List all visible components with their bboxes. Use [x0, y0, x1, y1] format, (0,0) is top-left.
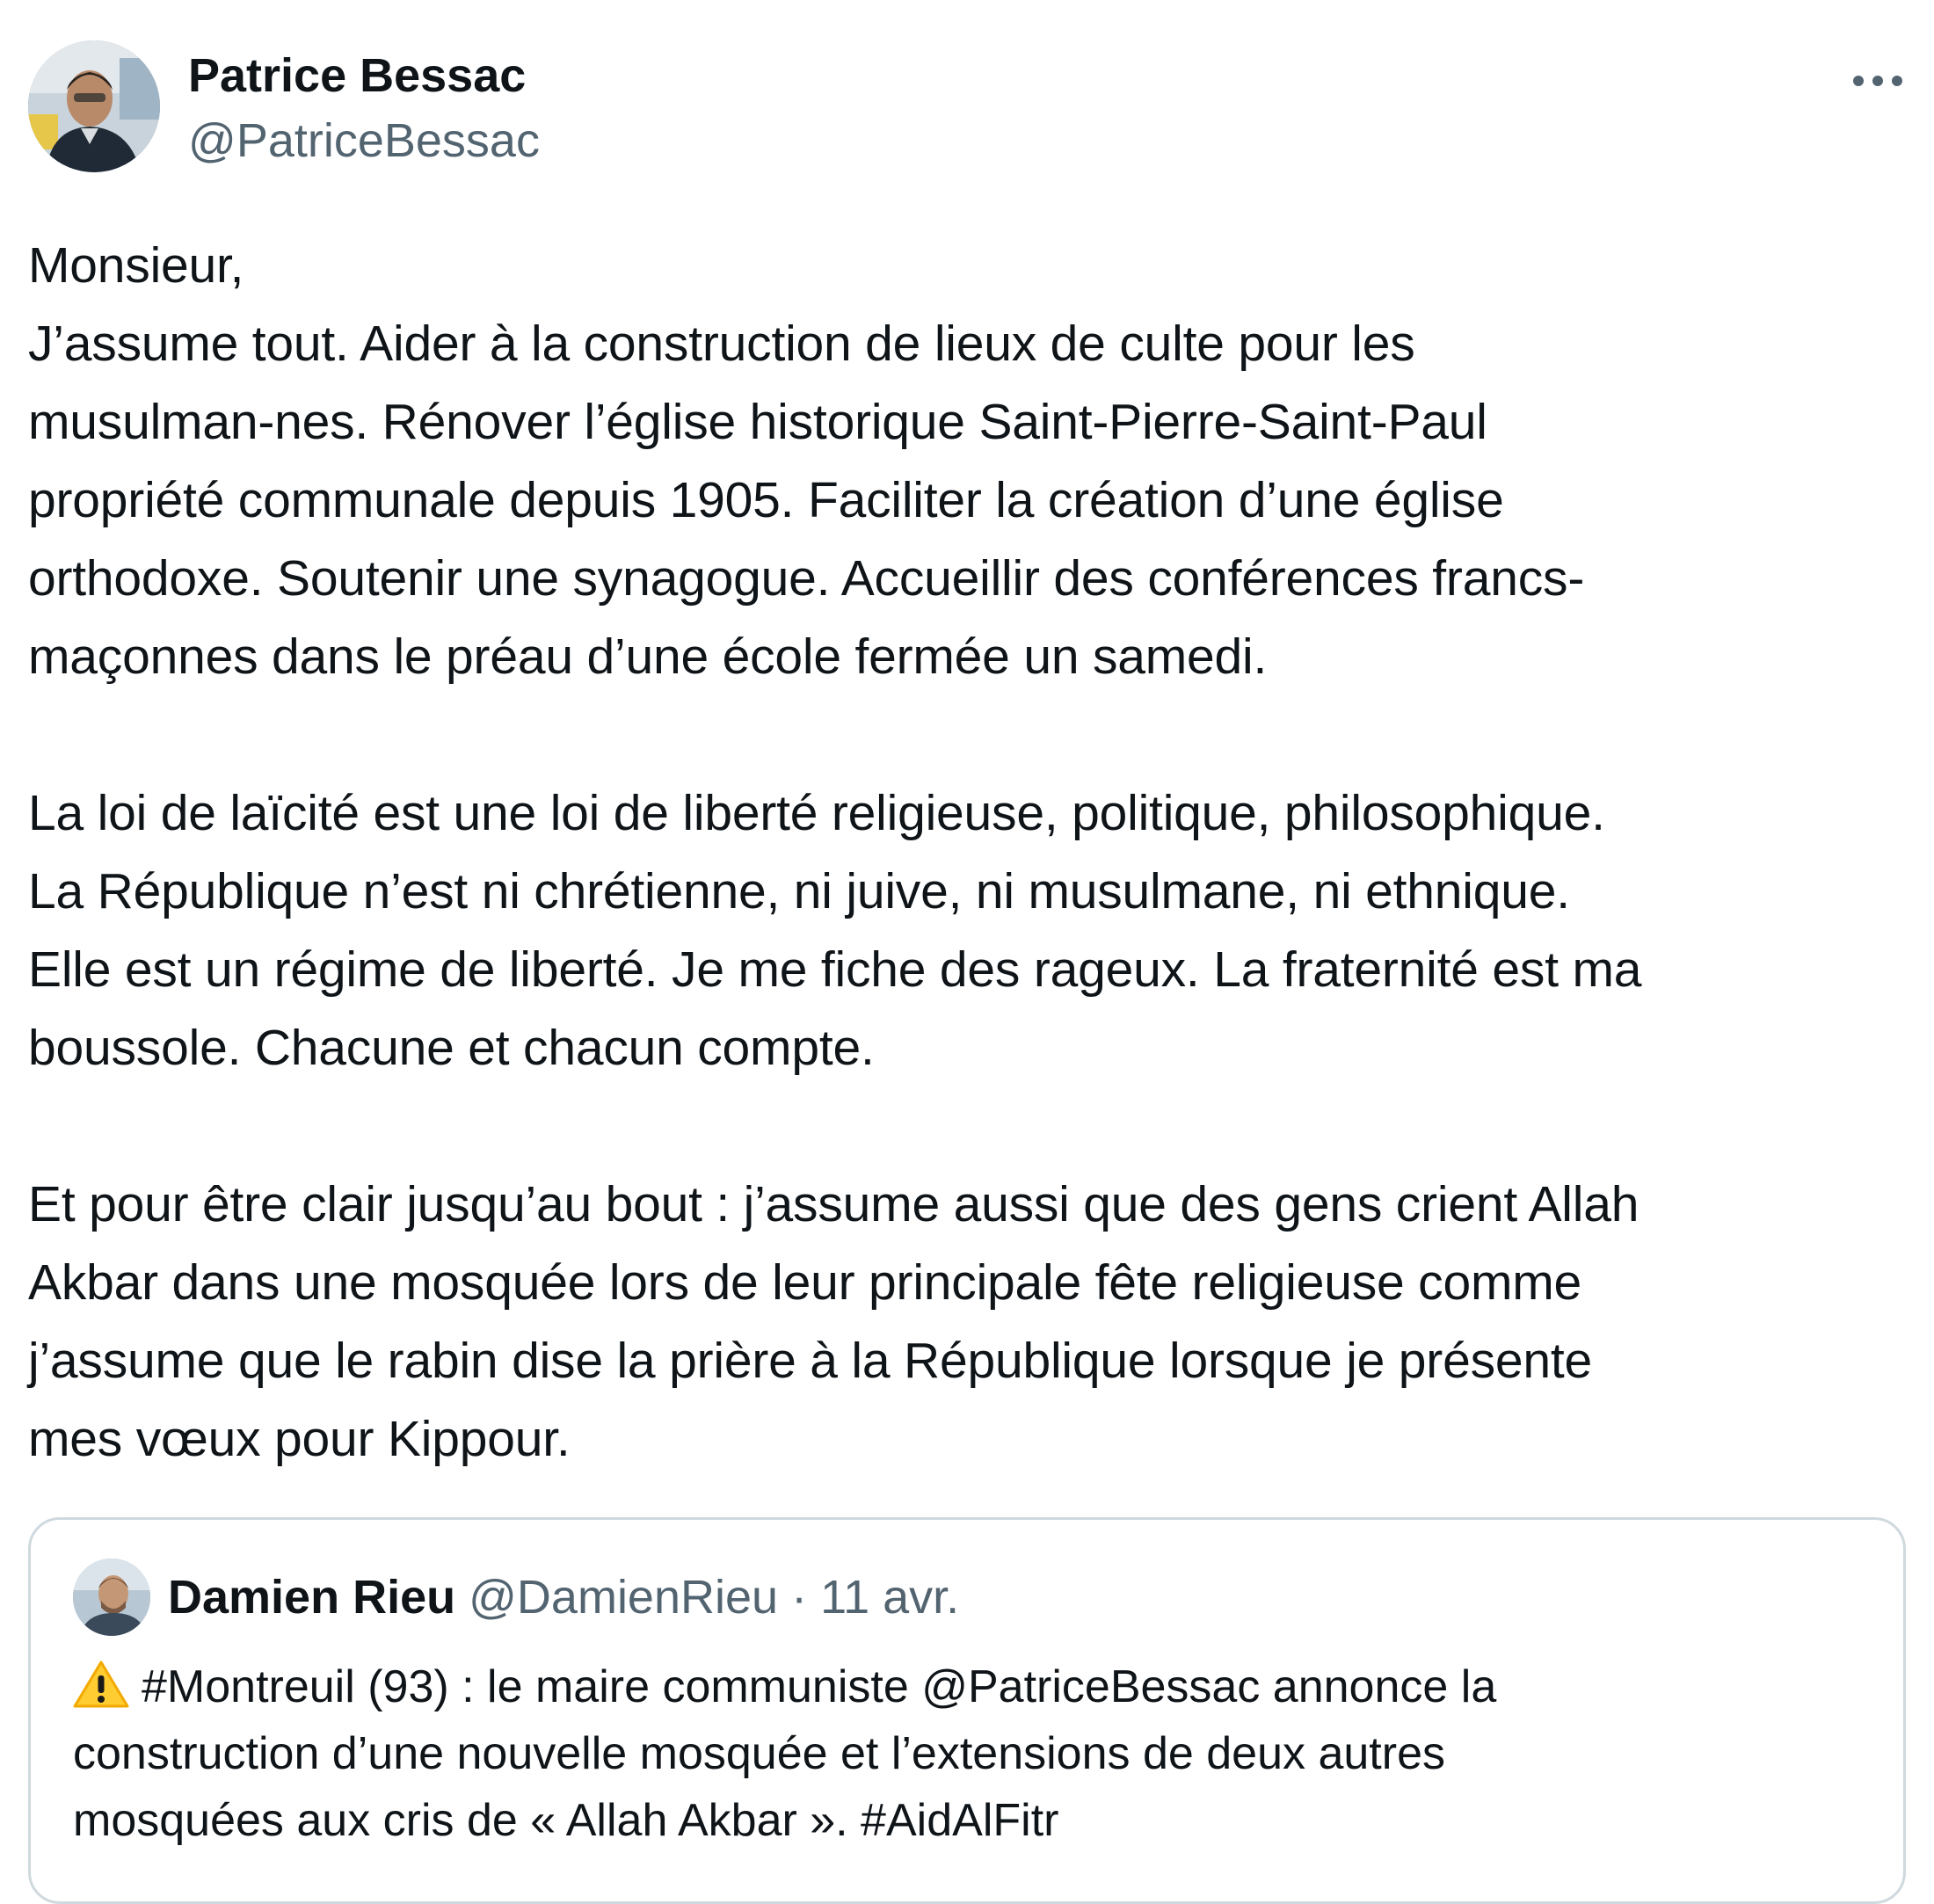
quoted-text-line-content: #Montreuil (93) : le maire communiste @P… [142, 1661, 1497, 1712]
quoted-tweet-text: #Montreuil (93) : le maire communiste @P… [73, 1653, 1875, 1854]
author-avatar[interactable] [28, 40, 160, 172]
quoted-text-line: #Montreuil (93) : le maire communiste @P… [73, 1653, 1875, 1720]
tweet-text-line: maçonnes dans le préau d’une école fermé… [28, 629, 1268, 685]
tweet-text-line: musulman-nes. Rénover l’église historiqu… [28, 394, 1487, 450]
quoted-tweet[interactable]: Damien Rieu @DamienRieu · 11 avr. #Montr… [28, 1517, 1906, 1904]
quoted-tweet-date[interactable]: 11 avr. [820, 1571, 959, 1624]
quoted-author-handle[interactable]: @DamienRieu [469, 1571, 778, 1624]
tweet-text-line: Et pour être clair jusqu’au bout : j’ass… [28, 1176, 1640, 1232]
quoted-author-avatar[interactable] [73, 1559, 150, 1636]
tweet-header: Patrice Bessac @PatriceBessac [28, 40, 1909, 178]
quoted-author-avatar-image [73, 1559, 150, 1636]
author-handle[interactable]: @PatriceBessac [188, 113, 540, 169]
quoted-tweet-meta: Damien Rieu @DamienRieu · 11 avr. [168, 1569, 959, 1625]
tweet-text-line: orthodoxe. Soutenir une synagogue. Accue… [28, 550, 1585, 607]
tweet-text-line: La République n’est ni chrétienne, ni ju… [28, 863, 1570, 919]
more-horizontal-icon [1853, 76, 1902, 86]
tweet-text-line: Akbar dans une mosquée lors de leur prin… [28, 1254, 1582, 1311]
tweet-text-line: j’assume que le rabin dise la prière à l… [28, 1333, 1593, 1389]
tweet-text-line: mes vœux pour Kippour. [28, 1411, 571, 1467]
quoted-author-name[interactable]: Damien Rieu [168, 1571, 455, 1624]
author-avatar-image [28, 40, 160, 172]
tweet-text-line: J’assume tout. Aider à la construction d… [28, 316, 1415, 372]
meta-separator: · [791, 1571, 808, 1624]
tweet-text: Monsieur, J’assume tout. Aider à la cons… [28, 227, 1918, 1479]
quoted-text-line: construction d’une nouvelle mosquée et l… [73, 1728, 1445, 1779]
tweet: Patrice Bessac @PatriceBessac Monsieur, … [0, 0, 1934, 1904]
tweet-text-line: propriété communale depuis 1905. Facilit… [28, 472, 1504, 528]
more-options-button[interactable] [1846, 63, 1909, 98]
tweet-text-line: Monsieur, [28, 237, 244, 294]
tweet-text-line: boussole. Chacune et chacun compte. [28, 1020, 875, 1076]
tweet-text-line: La loi de laïcité est une loi de liberté… [28, 785, 1605, 841]
author-name[interactable]: Patrice Bessac [188, 47, 526, 104]
quoted-text-line: mosquées aux cris de « Allah Akbar ». #A… [73, 1795, 1059, 1846]
tweet-text-line: Elle est un régime de liberté. Je me fic… [28, 941, 1642, 998]
warning-icon [73, 1660, 129, 1709]
